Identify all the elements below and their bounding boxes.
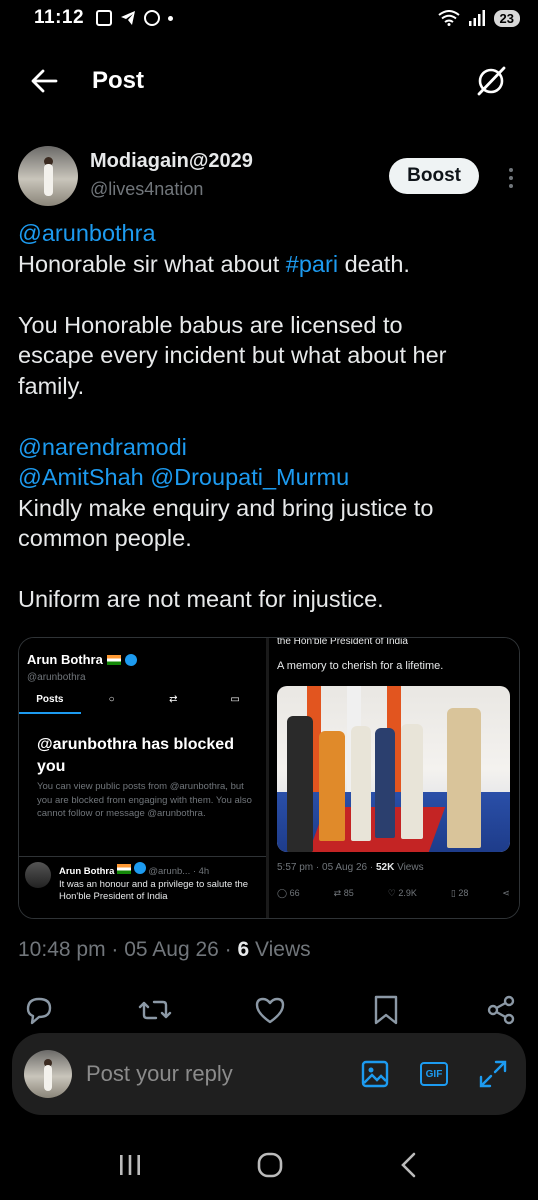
status-bar: 11:12 23 — [0, 0, 538, 36]
mention-link[interactable]: @AmitShah — [18, 464, 144, 490]
media-tab-reposts: ⇄ — [169, 694, 178, 705]
media-image-right[interactable]: the Hon'ble President of India A memory … — [269, 638, 519, 918]
grok-icon[interactable] — [474, 64, 508, 98]
media-tab-media: ▭ — [230, 694, 240, 705]
like-button[interactable] — [253, 993, 287, 1027]
media-likes: ♡ 2.9K — [387, 888, 417, 898]
recent-apps-icon[interactable] — [116, 1152, 144, 1178]
back-arrow-icon[interactable] — [30, 67, 58, 95]
battery-indicator: 23 — [493, 9, 520, 27]
post-text-line: You Honorable babus are licensed to — [18, 311, 403, 338]
media-tab-posts: Posts — [19, 690, 81, 714]
author-handle[interactable]: @lives4nation — [90, 179, 253, 200]
status-time: 11:12 — [34, 7, 85, 28]
page-title: Post — [92, 67, 145, 94]
media-profile-name: Arun Bothra — [27, 652, 103, 667]
signal-icon — [468, 10, 485, 26]
media-caption: A memory to cherish for a lifetime. — [277, 660, 444, 672]
notification-icons — [96, 10, 174, 26]
share-button[interactable] — [484, 993, 518, 1027]
post-text-line: family. — [18, 372, 85, 399]
india-flag-icon — [117, 864, 132, 874]
media-actions: ◯ 66 ⇄ 85 ♡ 2.9K ▯ 28 ⋖ — [277, 888, 510, 899]
repost-icon: ⇄ — [333, 888, 342, 898]
media-reposts: ⇄ 85 — [333, 888, 354, 898]
heart-icon — [255, 997, 285, 1024]
post-media[interactable]: Arun Bothra @arunbothra Posts ○ ⇄ ▭ @aru… — [18, 637, 520, 919]
post-timestamp: 10:48 pm · 05 Aug 26 · 6 Views — [18, 938, 311, 962]
repost-icon — [138, 1000, 171, 1020]
post-action-bar — [22, 990, 518, 1030]
telegram-icon — [121, 11, 136, 25]
post-text-line: Kindly make enquiry and bring justice to — [18, 494, 434, 521]
views-label: Views — [249, 938, 311, 961]
back-icon[interactable] — [396, 1150, 422, 1180]
india-flag-icon — [106, 654, 121, 665]
media-meta: 5:57 pm · 05 Aug 26 · 52K Views — [277, 862, 424, 873]
app-icon — [144, 10, 161, 26]
media-meta-views: 52K — [375, 862, 395, 873]
system-nav-bar — [0, 1130, 538, 1200]
more-notifications-icon — [168, 15, 174, 21]
media-image-left[interactable]: Arun Bothra @arunbothra Posts ○ ⇄ ▭ @aru… — [19, 638, 269, 918]
post-text-line: common people. — [18, 525, 192, 551]
media-bookmarks: ▯ 28 — [450, 888, 469, 898]
post-text: @arunbothra Honorable sir what about #pa… — [18, 218, 523, 615]
mention-link[interactable]: @narendramodi — [18, 434, 187, 460]
media-top-text: the Hon'ble President of India — [277, 637, 408, 647]
media-reply-avatar — [25, 862, 51, 888]
media-meta-views-label: Views — [394, 862, 424, 873]
share-icon: ⋖ — [502, 888, 510, 898]
blocked-text: You can view public posts from @arunboth… — [37, 781, 252, 819]
expand-icon[interactable] — [478, 1059, 508, 1089]
post-text-line: Uniform are not meant for injustice. — [18, 586, 384, 612]
gif-icon[interactable]: GIF — [420, 1062, 448, 1086]
reply-icon — [26, 997, 52, 1025]
user-avatar — [24, 1050, 72, 1098]
image-icon[interactable] — [360, 1059, 390, 1089]
post-time: 10:48 pm · 05 Aug 26 · — [18, 938, 238, 961]
post-author: Modiagain@2029 @lives4nation Boost — [18, 146, 523, 210]
media-reply-post: Arun Bothra @arunb... · 4h It was an hon… — [25, 862, 265, 904]
author-display-name[interactable]: Modiagain@2029 — [90, 150, 253, 173]
post-text-line: escape every incident but what about her — [18, 342, 447, 368]
reply-input[interactable]: Post your reply — [86, 1061, 360, 1087]
media-tab-replies: ○ — [108, 694, 115, 705]
top-bar: Post — [0, 52, 538, 110]
media-profile-handle: @arunbothra — [27, 672, 86, 683]
wifi-icon — [437, 10, 460, 26]
boost-button[interactable]: Boost — [389, 158, 479, 194]
reply-icon: ◯ — [277, 888, 288, 898]
screenshot-icon — [96, 10, 113, 26]
media-reply-meta: @arunb... · 4h — [148, 866, 210, 877]
share-icon — [487, 995, 515, 1025]
mention-link[interactable]: @arunbothra — [18, 220, 156, 246]
hashtag-link[interactable]: #pari — [286, 251, 338, 277]
media-profile-tabs: Posts ○ ⇄ ▭ — [19, 690, 266, 714]
heart-icon: ♡ — [387, 888, 396, 898]
views-count[interactable]: 6 — [237, 938, 249, 961]
media-reply-text: It was an honour and a privilege to salu… — [59, 878, 249, 903]
media-meta-time: 5:57 pm · 05 Aug 26 · — [277, 862, 376, 873]
more-options-icon[interactable] — [509, 168, 515, 188]
verified-icon — [133, 862, 146, 874]
verified-icon — [124, 653, 137, 666]
home-icon[interactable] — [255, 1150, 285, 1180]
reply-composer[interactable]: Post your reply GIF — [12, 1033, 526, 1115]
media-reply-name: Arun Bothra — [59, 866, 115, 877]
author-avatar[interactable] — [18, 146, 78, 206]
post-text-segment: death. — [338, 250, 410, 277]
bookmark-icon: ▯ — [450, 888, 456, 898]
repost-button[interactable] — [138, 993, 172, 1027]
post-text-segment: Honorable sir what about — [18, 250, 286, 277]
blocked-title: @arunbothra has blocked you — [37, 736, 234, 775]
bookmark-button[interactable] — [369, 993, 403, 1027]
mention-link[interactable]: @Droupati_Murmu — [150, 464, 349, 490]
media-photo — [277, 686, 510, 852]
reply-button[interactable] — [22, 993, 56, 1027]
media-replies: ◯ 66 — [277, 888, 300, 898]
bookmark-icon — [374, 995, 397, 1025]
